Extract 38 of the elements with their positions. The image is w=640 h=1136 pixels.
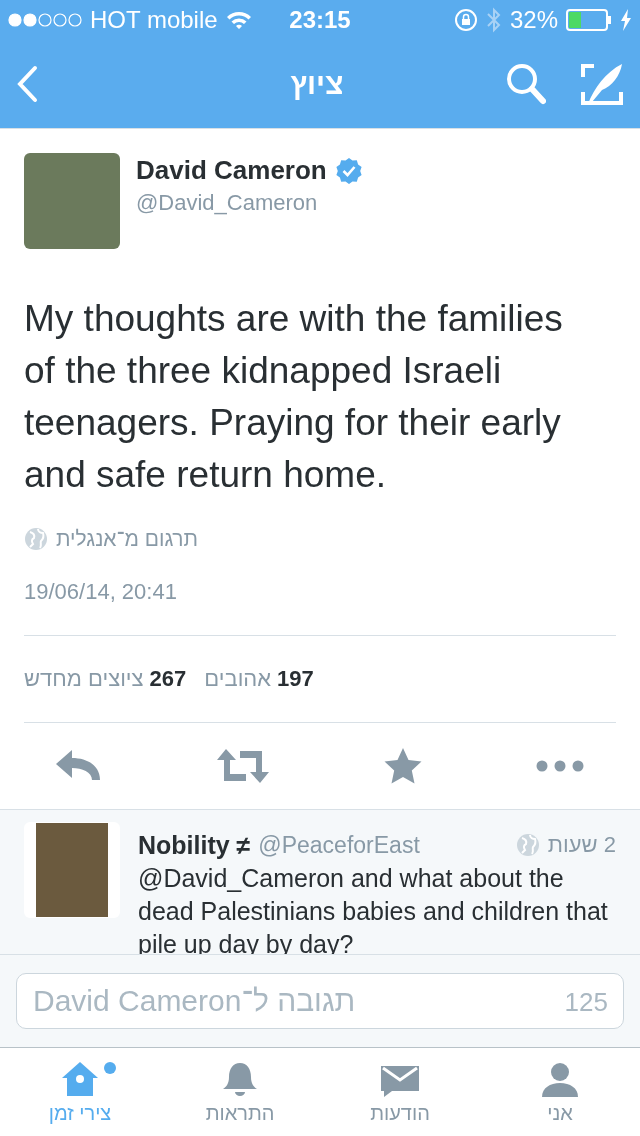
author-name[interactable]: Nobility ≠ — [138, 830, 251, 860]
reply-time: 2 שעות — [547, 831, 616, 859]
retweet-button[interactable] — [216, 749, 270, 783]
tab[interactable]: הודעות — [320, 1048, 480, 1136]
carrier-name: HOT mobile — [90, 6, 218, 34]
battery-percentage: 32% — [509, 6, 558, 34]
back-button[interactable] — [16, 65, 38, 103]
more-button[interactable] — [536, 760, 584, 772]
author-handle[interactable]: @PeaceforEast — [258, 830, 420, 860]
tab[interactable]: התראות — [160, 1048, 320, 1136]
globe-icon — [515, 833, 540, 857]
search-button[interactable] — [506, 63, 546, 105]
globe-icon — [24, 527, 48, 551]
favorite-button[interactable] — [384, 748, 422, 784]
stat-count: 197 — [277, 666, 314, 692]
rotation-lock-icon — [453, 8, 478, 32]
tweet-text: My thoughts are with the families of the three kidnapped Israeli teenagers. Praying for their early and safe return home. — [24, 297, 564, 497]
reply-button[interactable] — [56, 750, 102, 782]
screen-title: ציוץ — [290, 67, 344, 101]
clock: 23:15 — [289, 6, 351, 34]
home-icon — [60, 1059, 100, 1098]
timestamp: 19/06/14, 20:41 — [24, 579, 178, 605]
character-counter: 125 — [564, 987, 608, 1018]
signal-icon — [8, 13, 82, 27]
tab[interactable]: צירי זמן — [0, 1048, 160, 1136]
battery-icon — [566, 9, 612, 31]
author-handle[interactable]: @David_Cameron — [136, 190, 363, 216]
translate-link[interactable]: תרגום מ־אנגלית — [56, 527, 199, 551]
tab[interactable]: אני — [480, 1048, 640, 1136]
stat-label: אהובים — [204, 666, 272, 692]
bluetooth-icon — [485, 7, 502, 33]
stat-label: ציוצים מחדש — [24, 666, 144, 692]
profile-photo[interactable] — [24, 822, 120, 918]
charging-icon — [620, 9, 632, 31]
author-name[interactable]: David Cameron — [136, 155, 327, 186]
stat-count: 267 — [149, 666, 187, 692]
compose-button[interactable] — [580, 62, 624, 106]
wifi-icon — [225, 10, 252, 30]
